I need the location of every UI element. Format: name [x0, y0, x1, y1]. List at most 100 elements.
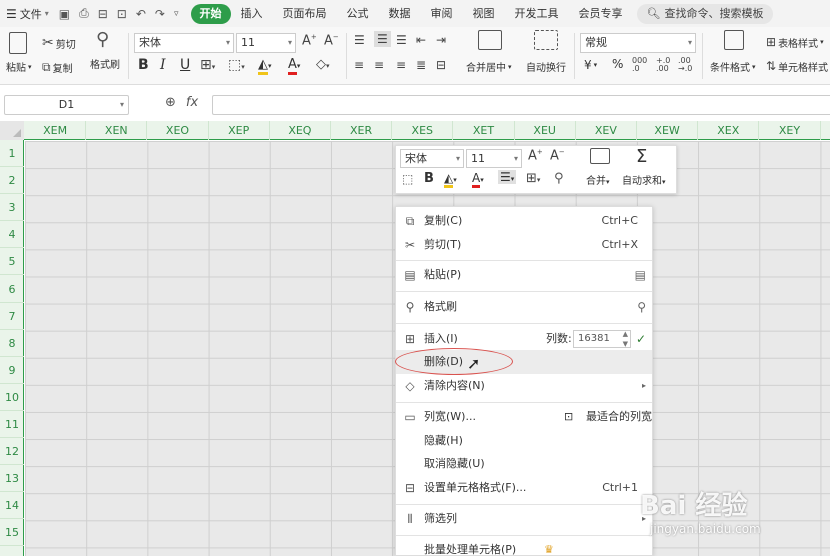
font-size-select[interactable]: 11 ▾ [236, 33, 296, 53]
mini-borders-icon[interactable]: ⊞▾ [526, 171, 540, 186]
conditional-format-button[interactable]: 条件格式 ▾ [710, 30, 756, 74]
mini-shrink-font-button[interactable]: A− [550, 148, 565, 163]
fx-icon[interactable]: fx [186, 95, 198, 110]
grow-font-button[interactable]: A+ [302, 33, 317, 48]
menu-item-insert[interactable]: ⊞ 插入(I) 列数: 16381 ▲ ▼ ✓ [396, 327, 652, 351]
shrink-font-button[interactable]: A− [324, 33, 339, 48]
row-header[interactable]: 14 [0, 492, 24, 520]
underline-button[interactable]: U [180, 57, 190, 73]
currency-button[interactable]: ¥ ▾ [584, 58, 597, 72]
mini-format-painter-icon[interactable]: ⚲ [554, 171, 564, 186]
column-header[interactable]: XET [453, 121, 515, 140]
mini-autosum-button[interactable]: Σ 自动求和▾ [622, 148, 666, 188]
best-fit-width-button[interactable]: 最适合的列宽 [586, 405, 652, 429]
mini-font-size-select[interactable]: 11 ▾ [466, 149, 522, 168]
eraser-icon[interactable]: ◇▾ [316, 57, 330, 72]
paste-options-icon[interactable]: ▤ [635, 263, 646, 287]
menu-item-hide[interactable]: 隐藏(H) [396, 429, 652, 453]
paint-brush-plus-icon[interactable]: ⚲ [637, 295, 646, 319]
row-header[interactable]: 1 [0, 140, 24, 168]
distribute-icon[interactable]: ⊟ [436, 58, 446, 72]
align-right-icon[interactable]: ≡ [396, 58, 406, 72]
mini-wrap-icon[interactable]: ⬚ [402, 172, 413, 186]
align-middle-icon[interactable]: ☰ [374, 31, 391, 47]
tab-developer[interactable]: 开发工具 [505, 4, 569, 24]
name-box[interactable]: D1 ▾ [4, 95, 129, 115]
row-header[interactable]: 8 [0, 330, 24, 357]
row-header[interactable]: 13 [0, 465, 24, 493]
row-header[interactable]: 7 [0, 303, 24, 330]
file-menu[interactable]: ☰ 文件 ▾ [6, 6, 49, 22]
cell-style-button[interactable]: ⇅ 单元格样式 [766, 58, 828, 74]
tab-formulas[interactable]: 公式 [337, 4, 379, 24]
menu-item-column-width[interactable]: ▭ 列宽(W)... ⊡ 最适合的列宽 [396, 405, 652, 429]
menu-item-format-painter[interactable]: ⚲ 格式刷 ⚲ [396, 295, 652, 319]
table-style-button[interactable]: ⊞ 表格样式 ▾ [766, 34, 824, 50]
menu-item-copy[interactable]: ⧉ 复制(C) Ctrl+C [396, 209, 652, 233]
row-header[interactable]: 10 [0, 384, 24, 411]
thousands-icon[interactable]: 000.0 [632, 57, 647, 73]
tab-data[interactable]: 数据 [379, 4, 421, 24]
column-header[interactable]: XEV [576, 121, 637, 140]
indent-increase-icon[interactable]: ⇥ [436, 33, 446, 47]
select-all-corner[interactable] [0, 121, 24, 140]
row-header[interactable]: 12 [0, 438, 24, 466]
row-header[interactable]: 5 [0, 248, 24, 276]
column-header[interactable]: XES [392, 121, 454, 140]
zoom-icon[interactable]: ⊕ [165, 95, 176, 110]
checkmark-icon[interactable]: ✓ [636, 327, 646, 351]
merge-center-button[interactable]: 合并居中 ▾ [466, 30, 512, 74]
number-format-select[interactable]: 常规 ▾ [580, 33, 696, 53]
column-header[interactable]: XEX [698, 121, 760, 140]
mini-merge-button[interactable]: 合并▾ [586, 148, 610, 187]
mini-align-icon[interactable]: ☰▾ [498, 170, 517, 184]
row-header[interactable]: 6 [0, 276, 24, 303]
row-header[interactable]: 11 [0, 411, 24, 439]
menu-item-filter[interactable]: ⫴ 筛选列 ▸ [396, 507, 652, 531]
row-header[interactable]: 2 [0, 167, 24, 195]
column-header[interactable]: XEP [209, 121, 270, 140]
tab-insert[interactable]: 插入 [231, 4, 273, 24]
column-header[interactable]: XEQ [270, 121, 331, 140]
decrease-decimal-icon[interactable]: .00 →.0 [678, 57, 692, 73]
borders-icon[interactable]: ⊞▾ [200, 57, 215, 73]
align-top-icon[interactable]: ☰ [354, 33, 365, 47]
align-left-icon[interactable]: ≡ [354, 58, 364, 72]
menu-item-clear-contents[interactable]: ◇ 清除内容(N) ▸ [396, 374, 652, 398]
row-header[interactable]: 4 [0, 221, 24, 249]
row-header[interactable]: 15 [0, 519, 24, 547]
mini-font-color-icon[interactable]: A▾ [472, 171, 484, 188]
command-search[interactable]: 🔍︎ 查找命令、搜索模板 [636, 3, 774, 24]
indent-decrease-icon[interactable]: ⇤ [416, 33, 426, 47]
spin-arrows-icon[interactable]: ▲ ▼ [623, 329, 628, 349]
row-header[interactable]: 9 [0, 357, 24, 384]
format-painter-button[interactable]: ⚲ 格式刷 [90, 29, 120, 71]
menu-item-cut[interactable]: ✂ 剪切(T) Ctrl+X [396, 233, 652, 257]
justify-icon[interactable]: ≣ [416, 58, 426, 72]
increase-decimal-icon[interactable]: +.0.00 [656, 57, 670, 73]
column-header[interactable]: XEU [515, 121, 576, 140]
tab-page-layout[interactable]: 页面布局 [273, 4, 337, 24]
tab-review[interactable]: 审阅 [421, 4, 463, 24]
mini-bold-button[interactable]: B [424, 171, 434, 186]
customize-icon[interactable]: ▿ [174, 9, 179, 19]
column-header[interactable]: XEY [759, 121, 821, 140]
mini-font-name-select[interactable]: 宋体 ▾ [400, 149, 464, 168]
column-header[interactable]: XEM [25, 121, 87, 140]
tab-view[interactable]: 视图 [463, 4, 505, 24]
print-preview-icon[interactable]: ⎙ [79, 6, 89, 21]
column-header[interactable]: XEO [147, 121, 209, 140]
wrap-text-button[interactable]: 自动换行 [526, 30, 566, 74]
formula-input[interactable] [212, 95, 830, 115]
column-header[interactable]: XER [331, 121, 393, 140]
font-color-icon[interactable]: A▾ [288, 57, 300, 75]
fill-color-icon[interactable]: ◭▾ [258, 57, 272, 75]
italic-button[interactable]: I [160, 57, 166, 73]
paste-button[interactable]: 粘贴 ▾ [6, 29, 32, 74]
mini-fill-color-icon[interactable]: ◭▾ [444, 171, 457, 188]
redo-icon[interactable]: ↷ [155, 7, 165, 21]
cell-style-icon[interactable]: ⬚▾ [228, 57, 245, 73]
menu-item-paste[interactable]: ▤ 粘贴(P) ▤ [396, 263, 652, 287]
cut-button[interactable]: ✂ 剪切 [42, 35, 76, 51]
menu-item-batch-process[interactable]: 批量处理单元格(P) ♛ [396, 538, 652, 556]
